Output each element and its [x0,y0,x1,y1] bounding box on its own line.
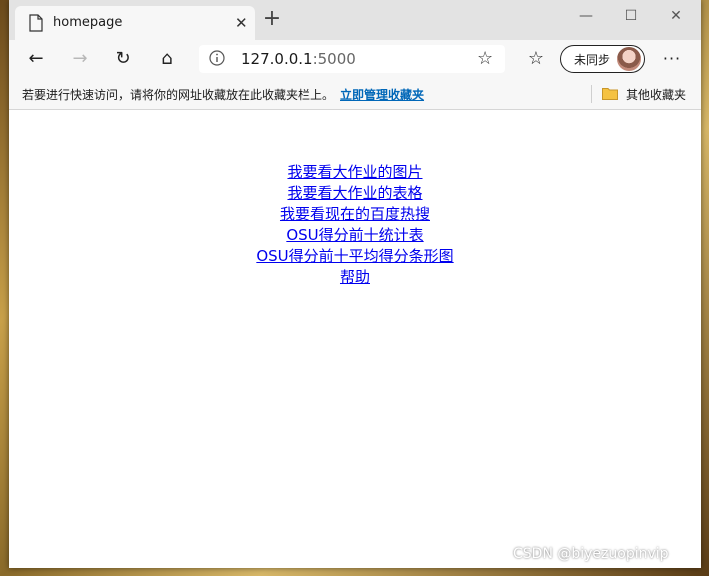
other-favorites-button[interactable]: 其他收藏夹 [602,84,698,104]
watermark: CSDN @biyezuopinvip [513,546,669,562]
tab-homepage[interactable]: homepage ✕ [15,6,255,40]
favorites-hint: 若要进行快速访问，请将你的网址收藏放在此收藏夹栏上。 [22,88,335,102]
favorites-bar: 若要进行快速访问，请将你的网址收藏放在此收藏夹栏上。 立即管理收藏夹 其他收藏夹 [9,78,701,110]
other-favorites-label: 其他收藏夹 [626,88,687,102]
maximize-icon[interactable]: ☐ [616,6,646,26]
link-project-images[interactable]: 我要看大作业的图片 [9,162,701,183]
info-icon[interactable] [209,50,225,66]
link-baidu-hot-search[interactable]: 我要看现在的百度热搜 [9,204,701,225]
link-osu-top10-bar-chart[interactable]: OSU得分前十平均得分条形图 [9,246,701,267]
link-help[interactable]: 帮助 [9,267,701,288]
browser-window: homepage ✕ + — ☐ ✕ ← → ↻ ⌂ 127.0.0.1:500… [9,0,701,568]
avatar [617,47,641,71]
sync-label: 未同步 [574,53,611,67]
toolbar: ← → ↻ ⌂ 127.0.0.1:5000 ☆ ☆ 未同步 ··· [9,40,701,78]
link-list: 我要看大作业的图片 我要看大作业的表格 我要看现在的百度热搜 OSU得分前十统计… [9,162,701,288]
more-icon[interactable]: ··· [659,47,685,71]
reload-icon[interactable]: ↻ [110,47,136,71]
url-host: 127.0.0.1 [241,50,313,68]
window-close-icon[interactable]: ✕ [661,6,691,26]
url-text: 127.0.0.1:5000 [241,50,356,68]
new-tab-button[interactable]: + [261,8,283,30]
minimize-icon[interactable]: — [571,6,601,26]
divider [591,85,592,103]
forward-icon[interactable]: → [67,47,93,71]
back-icon[interactable]: ← [23,47,49,71]
manage-favorites-link[interactable]: 立即管理收藏夹 [340,86,424,103]
favorites-icon[interactable]: ☆ [523,47,549,71]
sync-button[interactable]: 未同步 [560,45,645,73]
folder-icon [602,88,618,100]
tab-strip: homepage ✕ + — ☐ ✕ [9,0,701,40]
address-bar[interactable]: 127.0.0.1:5000 ☆ [199,45,505,73]
add-favorite-icon[interactable]: ☆ [477,48,493,69]
link-osu-top10-table[interactable]: OSU得分前十统计表 [9,225,701,246]
link-project-tables[interactable]: 我要看大作业的表格 [9,183,701,204]
home-icon[interactable]: ⌂ [154,47,180,71]
page-content: 我要看大作业的图片 我要看大作业的表格 我要看现在的百度热搜 OSU得分前十统计… [9,110,701,568]
close-icon[interactable]: ✕ [235,15,248,31]
page-icon [29,14,43,32]
url-port: :5000 [312,50,356,68]
tab-title: homepage [53,15,123,30]
